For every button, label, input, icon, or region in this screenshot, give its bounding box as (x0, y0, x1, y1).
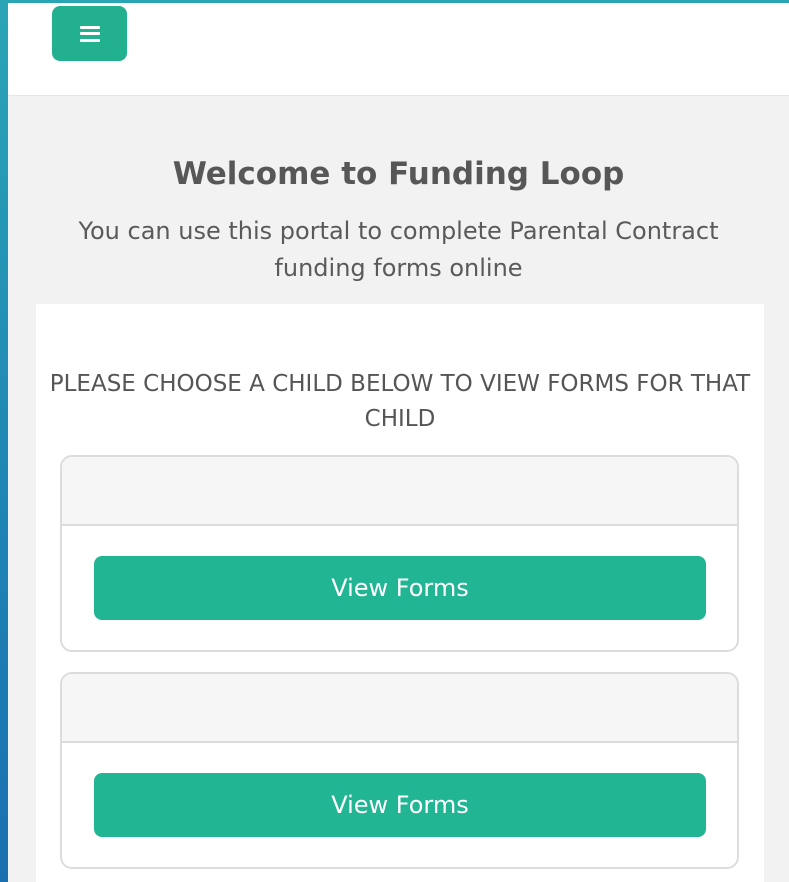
hamburger-menu-icon (79, 25, 100, 42)
child-card: View Forms (60, 672, 739, 869)
page-subtitle: You can use this portal to complete Pare… (78, 217, 719, 282)
view-forms-button[interactable]: View Forms (94, 556, 706, 620)
top-bar (8, 3, 789, 96)
page-title: Welcome to Funding Loop (172, 156, 625, 192)
app-frame: Welcome to Funding Loop You can use this… (8, 3, 789, 882)
child-card: View Forms (60, 455, 739, 652)
view-forms-button[interactable]: View Forms (94, 773, 706, 837)
child-card-header (62, 457, 737, 526)
menu-button[interactable] (52, 6, 127, 61)
choose-child-prompt: PLEASE CHOOSE A CHILD BELOW TO VIEW FORM… (49, 371, 751, 432)
child-card-header (62, 674, 737, 743)
children-panel: PLEASE CHOOSE A CHILD BELOW TO VIEW FORM… (36, 304, 764, 882)
